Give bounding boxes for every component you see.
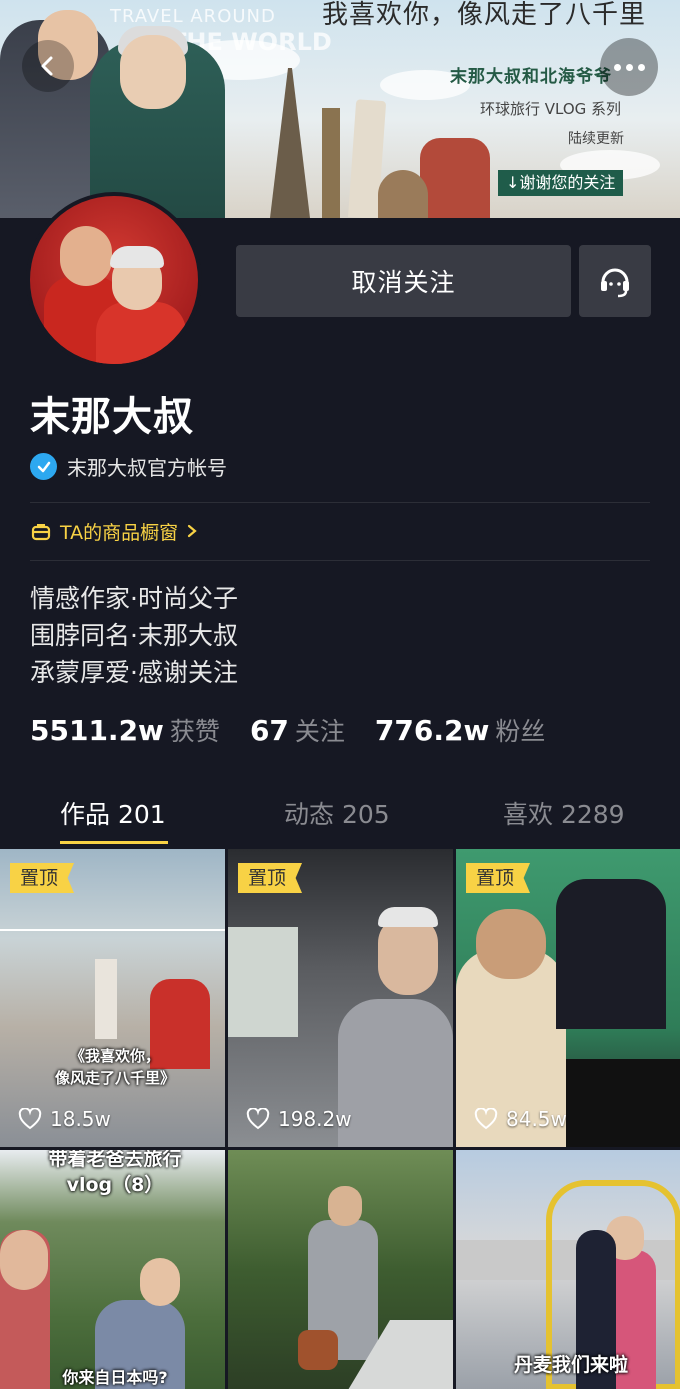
likes-label: 获赞 (169, 717, 220, 746)
customer-service-button[interactable] (579, 245, 651, 317)
shop-label: TA的商品橱窗 (60, 522, 179, 544)
likes-count: 5511.2w (30, 714, 164, 747)
video-caption: 带着老爸去旅行 vlog（8） (48, 1150, 182, 1196)
heart-icon (246, 1108, 270, 1130)
video-thumbnail[interactable]: 置顶 《我喜欢你， 像风走了八千里》 18.5w (0, 849, 225, 1147)
divider (30, 560, 650, 561)
heart-icon (474, 1108, 498, 1130)
shop-icon (31, 523, 51, 540)
profile-tabs: 作品 201 动态 205 喜欢 2289 (0, 795, 680, 849)
video-caption: 丹麦我们来啦 (513, 1354, 628, 1376)
banner-subtitle: 末那大叔和北海爷爷 (450, 67, 612, 87)
arrow-down-icon: ↓ (506, 173, 520, 192)
bio: 情感作家·时尚父子 围脖同名·末那大叔 承蒙厚爱·感谢关注 (30, 580, 238, 691)
dome-graphic (378, 170, 428, 218)
divider (30, 502, 650, 503)
more-button[interactable] (600, 38, 658, 96)
profile-banner[interactable]: TRAVEL AROUND THE WORLD 我喜欢你，像风走了八千里 末那大… (0, 0, 680, 218)
video-likes-count: 198.2w (278, 1107, 352, 1131)
video-likes: 84.5w (474, 1107, 567, 1131)
video-likes-count: 84.5w (506, 1107, 567, 1131)
video-thumbnail[interactable]: 带着老爸去旅行 vlog（8） 你来自日本吗? (0, 1150, 225, 1389)
verified-text: 末那大叔官方帐号 (67, 456, 227, 480)
video-thumbnail[interactable]: 丹麦我们来啦 (456, 1150, 680, 1389)
banner-series: 环球旅行 VLOG 系列 (480, 100, 622, 118)
back-button[interactable] (22, 40, 74, 92)
tab-works[interactable]: 作品 201 (60, 795, 166, 831)
banner-update: 陆续更新 (568, 131, 624, 147)
video-likes-count: 18.5w (50, 1107, 111, 1131)
following-count[interactable]: 67 (250, 714, 289, 747)
video-likes: 18.5w (18, 1107, 111, 1131)
banner-travel-text: TRAVEL AROUND (110, 6, 276, 27)
verified-row: 末那大叔官方帐号 (30, 452, 227, 481)
headset-icon (601, 268, 629, 298)
unfollow-button[interactable]: 取消关注 (236, 245, 571, 317)
tab-indicator (60, 841, 168, 844)
shop-window-link[interactable]: TA的商品橱窗 (30, 518, 198, 545)
pinned-badge: 置顶 (238, 863, 303, 893)
banner-thanks: ↓谢谢您的关注 (498, 170, 624, 196)
tab-likes[interactable]: 喜欢 2289 (503, 795, 625, 831)
verified-check-icon (30, 453, 57, 480)
video-caption: 《我喜欢你， 像风走了八千里》 (54, 1047, 175, 1087)
more-dots-icon (613, 63, 645, 71)
bio-line: 承蒙厚爱·感谢关注 (30, 658, 238, 687)
heart-icon (18, 1108, 42, 1130)
eiffel-tower-graphic (270, 68, 310, 218)
cathedral-graphic (420, 138, 490, 218)
big-ben-graphic (322, 108, 340, 218)
tab-posts[interactable]: 动态 205 (284, 795, 390, 831)
video-likes: 198.2w (246, 1107, 352, 1131)
following-label[interactable]: 关注 (295, 712, 345, 748)
nickname: 末那大叔 (30, 394, 194, 440)
fans-count[interactable]: 776.2w (375, 714, 489, 747)
fans-label[interactable]: 粉丝 (495, 712, 545, 748)
chevron-left-icon (41, 56, 53, 76)
video-thumbnail[interactable]: 置顶 198.2w (228, 849, 453, 1147)
pinned-badge: 置顶 (10, 863, 75, 893)
stats-row: 5511.2w 获赞 67 关注 776.2w 粉丝 (30, 712, 575, 748)
banner-thanks-text: 谢谢您的关注 (519, 173, 616, 192)
video-thumbnail[interactable]: 置顶 84.5w (456, 849, 680, 1147)
video-thumbnail[interactable] (228, 1150, 453, 1389)
chevron-right-icon (186, 521, 198, 543)
banner-slogan: 我喜欢你，像风走了八千里 (322, 0, 647, 30)
bio-line: 围脖同名·末那大叔 (30, 621, 238, 650)
pinned-badge: 置顶 (466, 863, 531, 893)
video-caption-bottom: 你来自日本吗? (62, 1368, 168, 1387)
avatar[interactable] (26, 192, 202, 368)
bio-line: 情感作家·时尚父子 (30, 584, 238, 613)
